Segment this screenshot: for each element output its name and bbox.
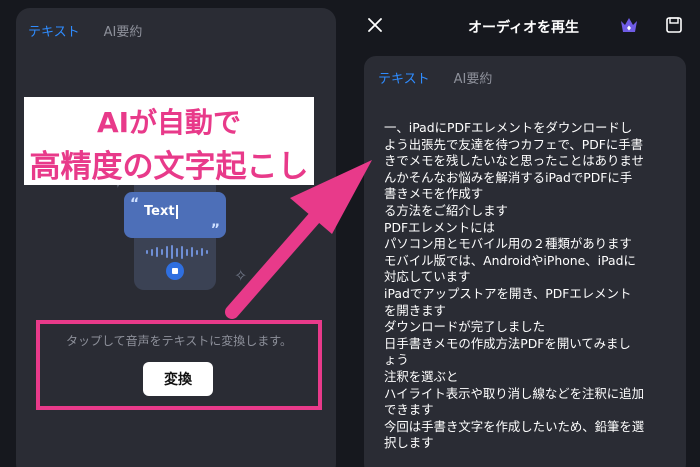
stop-record-icon: [166, 262, 184, 280]
transcript-line: んかそんなお悩みを解消するiPadでPDFに手: [384, 169, 633, 185]
tab-ai-summary[interactable]: AI要約: [104, 21, 143, 40]
transcript-line: ハイライト表示や取り消し線などを注釈に追加: [384, 385, 644, 401]
transcript-line: パソコン用とモバイル用の２種類があります: [384, 236, 632, 252]
transcript-line: ダウンロードが完了しました: [384, 319, 546, 335]
transcript-line: 今回は手書き文字を作成したいため、鉛筆を選: [384, 418, 645, 434]
transcript-line: きでメモを残したいなと思ったことはありませ: [384, 153, 644, 169]
transcript-line: 一、iPadにPDFエレメントをダウンロードし: [384, 120, 633, 135]
tab-text[interactable]: テキスト: [28, 21, 80, 40]
save-icon[interactable]: [665, 16, 683, 34]
promo-banner: AIが自動で 高精度の文字起こし: [24, 97, 314, 185]
tab-ai-summary[interactable]: AI要約: [454, 68, 493, 87]
convert-prompt: タップして音声をテキストに変換します。: [65, 334, 293, 348]
page-title: オーディオを再生: [468, 20, 580, 36]
sparkle-icon: ✧: [234, 266, 248, 285]
convert-highlight-box: タップして音声をテキストに変換します。 変換: [36, 320, 322, 410]
banner-line-1: AIが自動で: [96, 106, 242, 139]
tab-text[interactable]: テキスト: [378, 68, 430, 87]
banner-line-2: 高精度の文字起こし: [29, 149, 309, 185]
right-tabs: テキスト AI要約: [378, 68, 492, 87]
crown-icon[interactable]: [618, 14, 640, 36]
transcript-line: 日手書きメモの作成方法PDFを開いてみまし: [384, 335, 631, 351]
transcript-line: る方法をご紹介します: [384, 202, 508, 218]
left-tabs: テキスト AI要約: [28, 21, 142, 40]
close-icon[interactable]: [366, 16, 384, 34]
transcript-line: を開きます: [384, 302, 446, 318]
transcript-line: できます: [384, 402, 434, 418]
transcript-line: iPadでアップストアを開き、PDFエレメント: [384, 285, 632, 301]
transcript-line: 書きメモを作成す: [384, 186, 484, 202]
right-panel: テキスト AI要約 一、iPadにPDFエレメントをダウンロードし よう出張先で…: [364, 56, 686, 467]
transcript-line: よう出張先で友達を待つカフェで、PDFに手書: [384, 136, 644, 152]
close-quote-icon: ”: [210, 222, 220, 238]
transcript-line: ょう: [384, 352, 409, 368]
waveform-icon: [144, 244, 210, 260]
transcript-line: PDFエレメントには: [384, 219, 495, 235]
transcript-text: 一、iPadにPDFエレメントをダウンロードし よう出張先で友達を待つカフェで、…: [384, 120, 680, 452]
transcript-line: 注釈を選ぶと: [384, 368, 459, 384]
convert-button[interactable]: 変換: [143, 362, 213, 396]
transcript-line: 択します: [384, 435, 434, 451]
bubble-text: Text: [144, 204, 175, 219]
transcript-line: モバイル版では、AndroidやiPhone、iPadに: [384, 252, 636, 268]
transcript-line: 対応しています: [384, 269, 471, 285]
text-bubble: “ Text ”: [124, 192, 226, 238]
text-caret-icon: [175, 204, 178, 219]
open-quote-icon: “: [130, 196, 140, 212]
